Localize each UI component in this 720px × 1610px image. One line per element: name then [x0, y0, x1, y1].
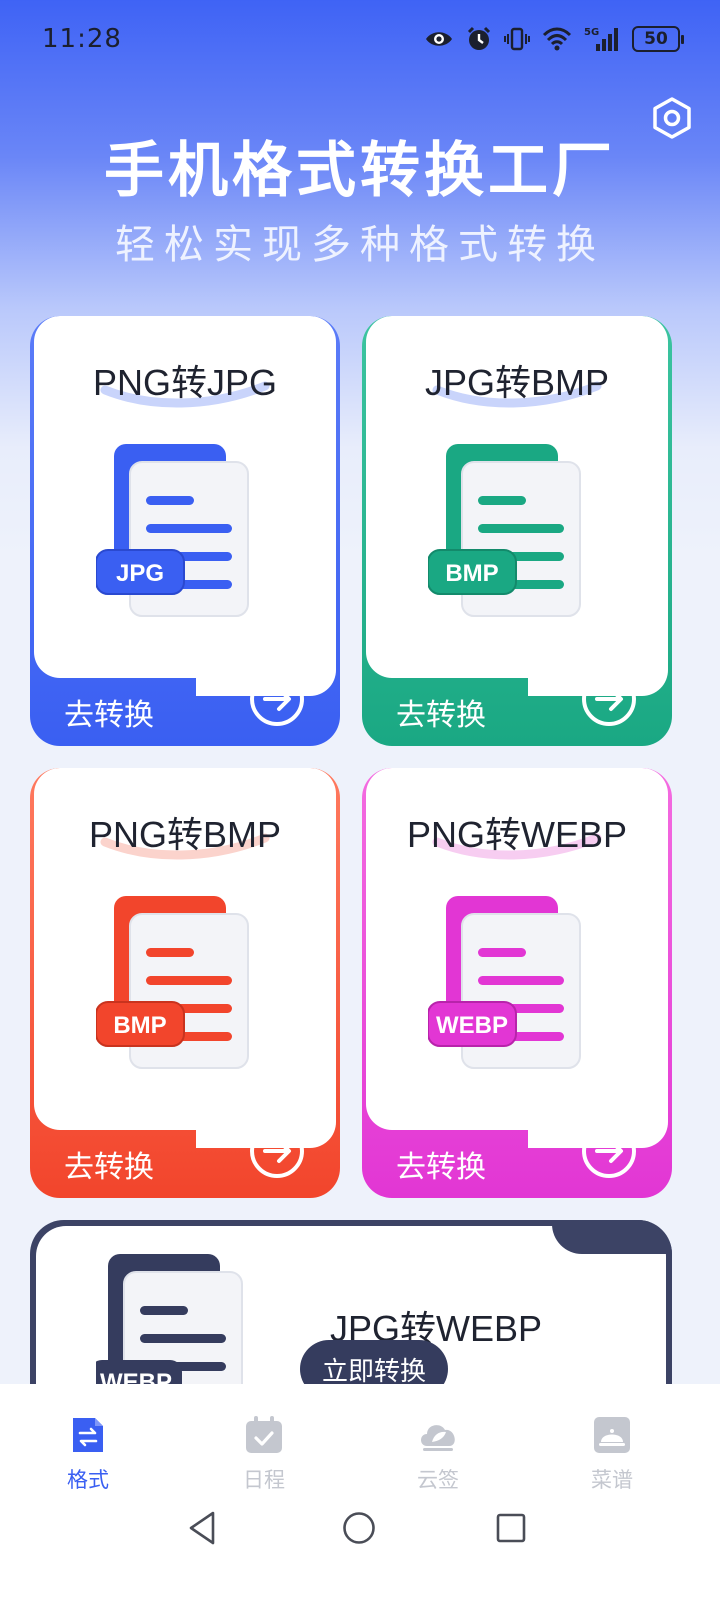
page-subtitle: 轻松实现多种格式转换: [115, 222, 605, 268]
arrow-right-circle-icon[interactable]: [248, 670, 306, 728]
alarm-icon: [466, 26, 492, 52]
nav-label: 菜谱: [591, 1468, 633, 1492]
doc-badge: JPG: [116, 560, 164, 587]
signal-5g-icon: 5G: [584, 26, 620, 52]
card-title: PNG转BMP: [88, 814, 282, 855]
back-icon[interactable]: [186, 1510, 218, 1546]
status-time: 11:28: [42, 24, 122, 54]
document-icon: BMP: [428, 444, 581, 617]
battery-icon: 50: [632, 26, 684, 52]
doc-badge: BMP: [113, 1012, 166, 1039]
card-title: PNG转JPG: [92, 362, 278, 403]
doc-badge: WEBP: [436, 1012, 508, 1039]
nav-label: 格式: [67, 1468, 109, 1492]
convert-card-jpg-bmp[interactable]: JPG转BMP BMP 去转换: [362, 316, 672, 746]
card-action-label: 去转换: [396, 1150, 486, 1185]
format-icon: [73, 1418, 103, 1452]
convert-card-png-webp[interactable]: PNG转WEBP WEBP 去转换: [362, 768, 672, 1198]
nav-item-cloud-sign[interactable]: 云签: [388, 1414, 488, 1494]
doc-badge: WEBP: [100, 1369, 172, 1384]
bottom-nav: 格式 日程 云签 菜谱: [0, 1384, 720, 1610]
document-icon: BMP: [96, 896, 249, 1069]
card-action-label: 去转换: [396, 698, 486, 733]
nav-label: 日程: [243, 1468, 285, 1492]
nav-item-recipe[interactable]: 菜谱: [562, 1414, 662, 1494]
convert-card-png-bmp[interactable]: PNG转BMP BMP 去转换: [30, 768, 340, 1198]
document-icon: JPG: [96, 444, 249, 617]
eye-icon: [424, 28, 454, 50]
status-icons: 5G 50: [424, 26, 684, 52]
arrow-right-circle-icon[interactable]: [580, 1122, 638, 1180]
nav-item-format[interactable]: 格式: [38, 1414, 138, 1494]
card-title: JPG转BMP: [424, 362, 610, 403]
document-icon: WEBP: [428, 896, 581, 1069]
arrow-right-circle-icon[interactable]: [580, 670, 638, 728]
document-icon: WEBP: [96, 1254, 243, 1384]
recipe-cloche-icon: [594, 1417, 630, 1453]
home-icon[interactable]: [342, 1511, 376, 1545]
card-action-label: 去转换: [64, 1150, 154, 1185]
doc-badge: BMP: [445, 560, 498, 587]
system-navigation-bar: [0, 1510, 720, 1570]
nav-item-schedule[interactable]: 日程: [214, 1414, 314, 1494]
arrow-right-circle-icon[interactable]: [248, 1122, 306, 1180]
wifi-icon: [542, 27, 572, 51]
card-title: PNG转WEBP: [406, 814, 628, 855]
vibrate-icon: [504, 26, 530, 52]
recents-icon[interactable]: [496, 1513, 526, 1543]
convert-card-png-jpg[interactable]: PNG转JPG JPG 去转换: [30, 316, 340, 746]
nav-label: 云签: [417, 1468, 459, 1492]
card-corner-notch: [552, 1220, 672, 1254]
card-action-label: 去转换: [64, 698, 154, 733]
status-bar: 11:28 5G 50: [0, 0, 720, 84]
calendar-icon: [246, 1416, 282, 1453]
page-title: 手机格式转换工厂: [104, 136, 616, 206]
svg-text:5G: 5G: [584, 27, 599, 38]
cloud-leaf-icon: [421, 1425, 455, 1451]
